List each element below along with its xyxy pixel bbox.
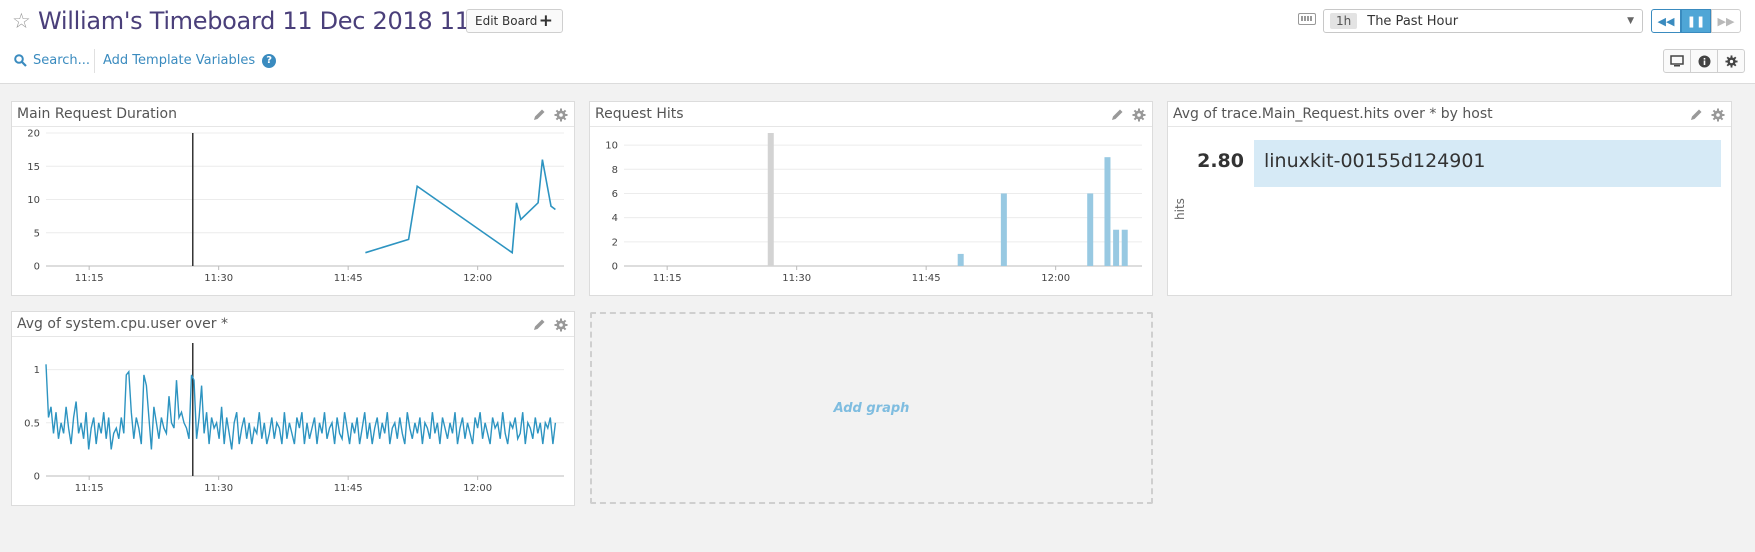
pencil-icon[interactable]: [1689, 107, 1703, 121]
toplist-axis-label: hits: [1173, 198, 1187, 220]
favorite-star-icon[interactable]: ☆: [12, 9, 31, 33]
toplist-host-label: linuxkit-00155d124901: [1264, 150, 1486, 172]
template-variables-label: Add Template Variables: [103, 53, 256, 68]
bar: [1000, 193, 1007, 266]
x-tick-label: 11:45: [334, 483, 363, 494]
pause-icon: ❚❚: [1686, 14, 1706, 28]
x-tick-label: 11:30: [204, 273, 233, 284]
chevron-down-icon: ▼: [1627, 16, 1634, 26]
y-tick-label: 10: [27, 195, 40, 206]
series-line: [45, 364, 557, 450]
dashboard-tools: [1663, 49, 1745, 73]
x-tick-label: 11:15: [653, 273, 682, 284]
gear-icon[interactable]: [1132, 107, 1146, 122]
y-tick-label: 0: [34, 472, 40, 483]
bar: [1104, 157, 1111, 266]
y-tick-label: 2: [612, 237, 618, 248]
keyboard-icon[interactable]: [1298, 13, 1316, 25]
y-tick-label: 10: [605, 141, 618, 152]
toplist-value: 2.80: [1197, 150, 1244, 172]
y-tick-label: 20: [27, 129, 40, 140]
timeframe-badge: 1h: [1330, 13, 1358, 29]
x-tick-label: 12:00: [463, 483, 492, 494]
y-tick-label: 0: [612, 262, 618, 273]
x-tick-label: 11:30: [782, 273, 811, 284]
pencil-icon[interactable]: [1110, 107, 1124, 121]
x-tick-label: 12:00: [1041, 273, 1070, 284]
help-icon[interactable]: ?: [262, 53, 277, 68]
add-template-variables-link[interactable]: Add Template Variables ?: [103, 53, 277, 68]
widget-toplist-hits-by-host: Avg of trace.Main_Request.hits over * by…: [1167, 101, 1732, 296]
page-title: William's Timeboard 11 Dec 2018 11:59: [38, 7, 508, 35]
info-button[interactable]: [1690, 49, 1718, 73]
rewind-icon: ◀◀: [1657, 14, 1675, 28]
pencil-icon[interactable]: [532, 317, 546, 331]
tv-mode-button[interactable]: [1663, 49, 1691, 73]
cpu-line-chart: 0 0.5 1 11:15 11:30 11:45 12:00: [24, 343, 564, 494]
divider: [1168, 126, 1731, 127]
widget-main-request-duration: Main Request Duration 0 5 10 15 20 11:15 11:30…: [11, 101, 575, 296]
timeframe-label: The Past Hour: [1367, 13, 1459, 29]
gear-icon: [1724, 54, 1738, 68]
x-tick-label: 11:30: [204, 483, 233, 494]
x-tick-label: 11:15: [75, 483, 104, 494]
gear-icon[interactable]: [554, 317, 568, 332]
timeframe-select[interactable]: 1h The Past Hour ▼: [1323, 9, 1643, 33]
bar: [957, 253, 964, 266]
search-label: Search...: [33, 53, 91, 68]
hits-bar-chart: 0 2 4 6 8 10 11:15 11:30 11:45 12:00: [605, 133, 1142, 284]
dashboard-header: ☆ William's Timeboard 11 Dec 2018 11:59 …: [0, 0, 1755, 84]
y-tick-label: 4: [612, 213, 618, 224]
add-graph-placeholder[interactable]: Add graph: [590, 312, 1153, 504]
pencil-icon[interactable]: [532, 107, 546, 121]
y-tick-label: 0: [34, 262, 40, 273]
add-graph-label: Add graph: [833, 400, 910, 416]
widget-cpu-user: Avg of system.cpu.user over * 0 0.5 1 11:15…: [11, 311, 575, 506]
edit-board-button[interactable]: Edit Board +: [466, 9, 563, 33]
y-tick-label: 5: [34, 228, 40, 239]
pause-button[interactable]: ❚❚: [1681, 9, 1711, 33]
search-icon: [14, 54, 27, 67]
series-line: [365, 159, 556, 255]
widget-title: Request Hits: [595, 106, 684, 122]
x-tick-label: 11:15: [75, 273, 104, 284]
info-icon: [1698, 55, 1710, 67]
y-tick-label: 8: [612, 165, 618, 176]
divider: [94, 49, 95, 73]
monitor-icon: [1670, 55, 1684, 67]
fast-forward-button[interactable]: ▶▶: [1711, 9, 1741, 33]
y-tick-label: 0.5: [24, 418, 40, 429]
widget-title: Avg of system.cpu.user over *: [17, 316, 228, 332]
widget-title: Avg of trace.Main_Request.hits over * by…: [1173, 106, 1493, 122]
gear-icon[interactable]: [554, 107, 568, 122]
settings-button[interactable]: [1717, 49, 1745, 73]
widget-title: Main Request Duration: [17, 106, 177, 122]
widget-request-hits: Request Hits 0 2 4 6 8 10 11:15 11:30 11:45 12:00: [589, 101, 1153, 296]
x-tick-label: 11:45: [912, 273, 941, 284]
timeframe-controls: ◀◀ ❚❚ ▶▶: [1651, 9, 1741, 33]
x-tick-label: 12:00: [463, 273, 492, 284]
x-tick-label: 11:45: [334, 273, 363, 284]
y-tick-label: 6: [612, 189, 618, 200]
edit-board-label: Edit Board: [475, 14, 538, 28]
bar: [1087, 193, 1094, 266]
y-tick-label: 1: [34, 365, 40, 376]
duration-line-chart: 0 5 10 15 20 11:15 11:30 11:45 12:00: [27, 129, 564, 284]
fast-forward-icon: ▶▶: [1717, 14, 1735, 28]
gear-icon[interactable]: [1711, 107, 1725, 122]
rewind-button[interactable]: ◀◀: [1651, 9, 1681, 33]
search-link[interactable]: Search...: [14, 53, 90, 68]
bar: [1121, 229, 1128, 266]
y-tick-label: 15: [27, 162, 40, 173]
plus-icon: +: [538, 11, 553, 31]
bar: [1113, 229, 1120, 266]
bar: [767, 133, 774, 266]
